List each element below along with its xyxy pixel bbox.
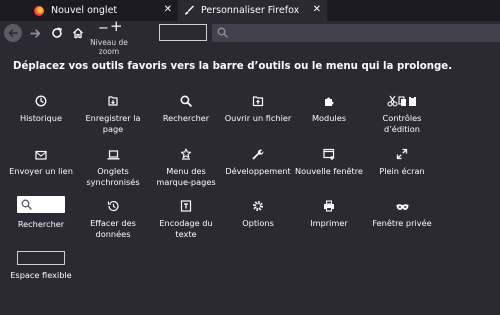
- save-page-icon: [108, 96, 118, 106]
- toolbar-flexible-space[interactable]: [159, 24, 207, 41]
- arrow-left-icon: [4, 24, 22, 42]
- palette-item-label: Effacer des données: [90, 218, 136, 239]
- fullscreen-icon: [396, 148, 408, 160]
- palette-item-label: Encodage du texte: [159, 218, 213, 239]
- text-encoding-icon: [180, 200, 192, 212]
- palette-item-label: Espace flexible: [10, 270, 72, 280]
- puzzle-icon: [325, 97, 334, 106]
- palette-item-new-window[interactable]: Nouvelle fenêtre: [294, 147, 364, 177]
- forward-button[interactable]: [25, 23, 45, 43]
- palette-item-bookmarks-menu[interactable]: Menu des marque-pages: [151, 147, 221, 187]
- palette-item-text-encoding[interactable]: Encodage du texte: [151, 199, 221, 239]
- palette-item-developer[interactable]: Développement: [223, 147, 293, 177]
- palette-item-label: Rechercher: [162, 113, 210, 123]
- url-bar[interactable]: [212, 24, 500, 42]
- palette-item-synced-tabs[interactable]: Onglets synchronisés: [78, 147, 148, 187]
- tab-customize-firefox[interactable]: Personnaliser Firefox ✕: [178, 0, 327, 21]
- palette-item-private-window[interactable]: Fenêtre privée: [367, 199, 437, 229]
- palette-item-label: Plein écran: [379, 166, 425, 176]
- palette-item-label: Modules: [311, 113, 347, 123]
- palette-item-label: Imprimer: [310, 218, 348, 228]
- palette-item-fullscreen[interactable]: Plein écran: [367, 147, 437, 177]
- palette-item-label: Fenêtre privée: [372, 218, 432, 228]
- laptop-icon: [107, 150, 119, 160]
- cut-copy-paste-icon: [387, 95, 416, 107]
- palette-item-history[interactable]: Historique: [6, 94, 76, 124]
- mail-icon: [35, 150, 47, 160]
- palette-item-forget[interactable]: Effacer des données: [78, 199, 148, 239]
- reload-icon: [52, 27, 62, 38]
- private-mask-icon: [396, 204, 408, 210]
- tab-label: Personnaliser Firefox: [201, 5, 300, 16]
- arrow-right-icon: [29, 28, 40, 38]
- palette-item-label: Ouvrir un fichier: [224, 113, 292, 123]
- close-icon[interactable]: ✕: [164, 4, 172, 16]
- new-window-icon: [323, 148, 335, 160]
- palette-item-options[interactable]: Options: [223, 199, 293, 229]
- clock-icon: [35, 95, 47, 107]
- paintbrush-icon: [184, 5, 194, 16]
- search-icon: [217, 27, 228, 38]
- palette-item-edit-controls[interactable]: Contrôles d’édition: [367, 94, 437, 134]
- search-icon: [180, 95, 192, 107]
- flexible-space-widget[interactable]: [17, 251, 65, 265]
- palette-item-label: Options: [242, 218, 274, 228]
- palette-item-label: Développement: [225, 166, 291, 176]
- palette-item-print[interactable]: Imprimer: [294, 199, 364, 229]
- search-box-widget[interactable]: [17, 196, 65, 213]
- tab-strip: Nouvel onglet ✕ Personnaliser Firefox ✕: [0, 0, 500, 21]
- palette-item-label: Enregistrer la page: [85, 113, 141, 134]
- forget-history-icon: [107, 200, 119, 212]
- palette-item-flexible-space[interactable]: Espace flexible: [6, 270, 76, 281]
- bookmark-star-icon: [180, 148, 192, 160]
- palette-item-save-page[interactable]: Enregistrer la page: [78, 94, 148, 134]
- tab-new-tab[interactable]: Nouvel onglet ✕: [28, 0, 178, 21]
- page-heading: Déplacez vos outils favoris vers la barr…: [13, 61, 453, 72]
- palette-item-search[interactable]: Rechercher: [151, 94, 221, 124]
- home-button[interactable]: [68, 23, 88, 43]
- open-file-icon: [252, 96, 264, 107]
- back-button[interactable]: [3, 23, 23, 43]
- firefox-icon: [34, 5, 44, 16]
- zoom-in-button[interactable]: +: [110, 19, 123, 34]
- search-icon: [21, 199, 32, 210]
- palette-item-label: Nouvelle fenêtre: [295, 166, 363, 176]
- zoom-label: Niveau de zoom: [90, 38, 128, 56]
- close-icon[interactable]: ✕: [313, 4, 321, 16]
- printer-icon: [324, 200, 334, 212]
- tab-label: Nouvel onglet: [51, 5, 118, 16]
- palette-item-label: Menu des marque-pages: [156, 166, 216, 187]
- palette-item-label: Contrôles d’édition: [382, 113, 422, 134]
- gear-icon: [253, 201, 263, 211]
- palette-item-addons[interactable]: Modules: [294, 94, 364, 124]
- palette-item-email-link[interactable]: Envoyer un lien: [6, 147, 76, 177]
- home-icon: [73, 28, 83, 39]
- palette-item-label: Historique: [20, 113, 62, 123]
- palette-item-label: Rechercher: [17, 219, 65, 229]
- reload-button[interactable]: [47, 23, 67, 43]
- palette-item-search-box[interactable]: Rechercher: [6, 219, 76, 230]
- palette-item-label: Envoyer un lien: [9, 166, 73, 176]
- palette-item-open-file[interactable]: Ouvrir un fichier: [223, 94, 293, 124]
- zoom-out-button[interactable]: −: [98, 22, 109, 35]
- wrench-icon: [252, 149, 264, 160]
- palette-item-label: Onglets synchronisés: [86, 166, 140, 187]
